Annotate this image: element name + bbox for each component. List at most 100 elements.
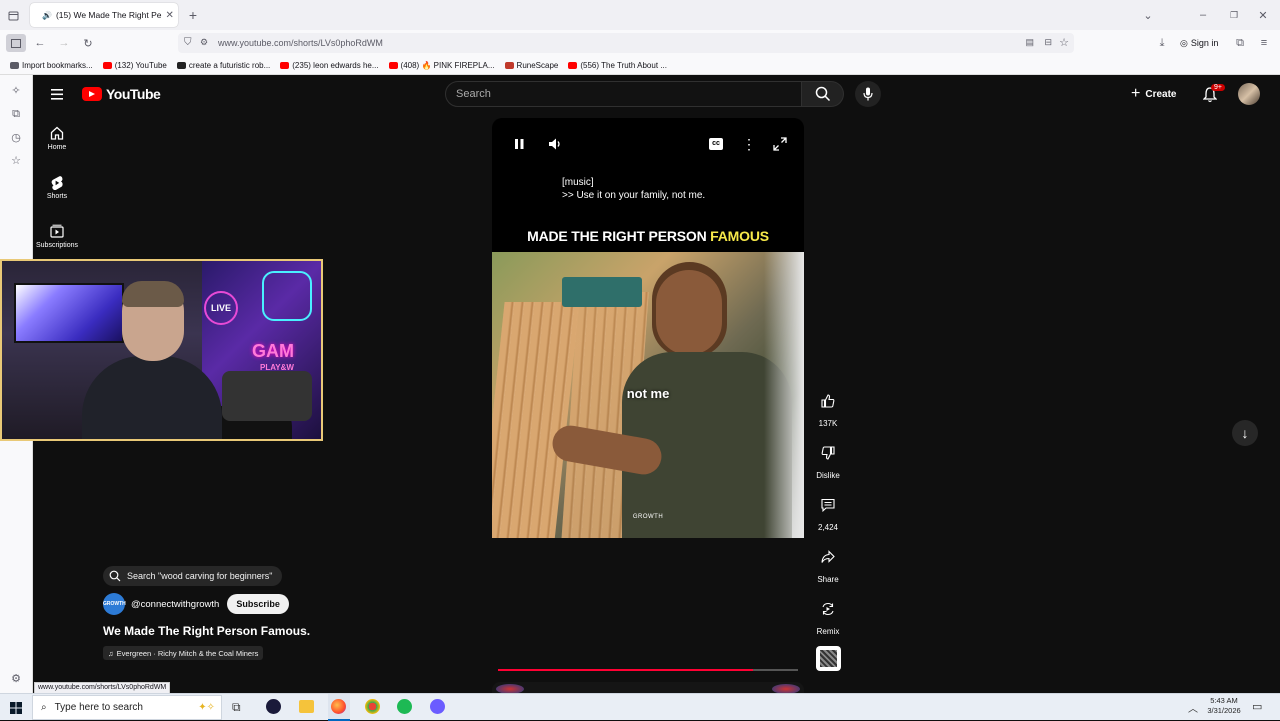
url-bar[interactable]: ⛉ ⚙ www.youtube.com/shorts/LVs0phoRdWM ▤… — [178, 33, 1074, 53]
minimize-icon[interactable]: – — [1196, 8, 1210, 22]
sidebar-item-shorts[interactable]: Shorts — [33, 175, 81, 200]
shield-icon[interactable]: ⛉ — [184, 37, 192, 48]
create-button[interactable]: + Create — [1131, 82, 1191, 106]
app-icon-2[interactable] — [430, 699, 445, 714]
bookmark-star-icon[interactable]: ☆ — [1059, 36, 1069, 49]
dislike-button[interactable]: Dislike — [808, 440, 848, 480]
microphone-icon — [863, 87, 873, 101]
sign-in-label: Sign in — [1190, 38, 1219, 48]
search-icon — [815, 86, 830, 102]
bookmark-item[interactable]: (408) 🔥 PINK FIREPLA... — [388, 61, 495, 70]
bookmark-item[interactable]: (556) The Truth About ... — [568, 61, 667, 70]
new-tab-icon[interactable]: + — [186, 7, 200, 23]
bookmark-item[interactable]: create a futuristic rob... — [176, 61, 270, 70]
search-highlight-icon: ✦✧ — [198, 702, 215, 713]
remix-button[interactable]: Remix — [808, 596, 848, 636]
app-icon-1[interactable] — [266, 699, 281, 714]
next-short-button[interactable]: ↓ — [1232, 420, 1258, 446]
subscribe-button[interactable]: Subscribe — [227, 594, 289, 614]
search-button[interactable] — [802, 81, 844, 107]
search-icon — [109, 570, 121, 582]
fullscreen-button[interactable] — [773, 137, 787, 151]
browser-tab-active[interactable]: 🔊 (15) We Made The Right Pe ✕ — [30, 3, 178, 27]
sound-thumbnail[interactable] — [816, 646, 841, 671]
bookmark-favicon-icon — [102, 61, 112, 69]
pause-button[interactable] — [512, 137, 526, 151]
video-tagline: MADE THE RIGHT PERSON FAMOUS — [492, 228, 804, 244]
voice-search-button[interactable] — [855, 81, 881, 107]
caption-line-1: [music] — [562, 177, 594, 188]
sound-chip[interactable]: ♫ Evergreen · Richy Mitch & the Coal Min… — [103, 646, 264, 660]
like-button[interactable]: 137K — [808, 388, 848, 428]
more-options-icon[interactable]: ⋮ — [742, 136, 756, 152]
list-tabs-icon[interactable]: ⌄ — [1141, 8, 1155, 22]
search-input[interactable]: Search — [445, 81, 802, 107]
sidebar-item-home[interactable]: Home — [33, 126, 81, 151]
hamburger-menu-icon[interactable] — [46, 86, 68, 102]
clock[interactable]: 5:43 AM 3/31/2026 — [1203, 696, 1245, 716]
tab-overview-icon[interactable] — [6, 8, 20, 22]
progress-bar[interactable] — [498, 669, 798, 671]
bookmarks-icon[interactable]: ☆ — [9, 153, 23, 167]
save-page-icon[interactable]: ⊟ — [1044, 37, 1052, 48]
sidebar-toggle-icon[interactable] — [6, 34, 26, 52]
comment-count: 2,424 — [817, 523, 839, 532]
restore-icon[interactable]: ❐ — [1227, 8, 1241, 22]
sign-in-button[interactable]: ◎ Sign in — [1180, 35, 1218, 51]
show-hidden-icons-icon[interactable]: ︿ — [1188, 700, 1198, 715]
notifications-button[interactable]: 9+ — [1201, 84, 1225, 104]
short-title[interactable]: We Made The Right Person Famous. — [103, 624, 310, 638]
file-explorer-icon[interactable] — [299, 700, 314, 713]
next-short-preview[interactable] — [492, 682, 804, 694]
overlay-subtitle: not me — [626, 386, 670, 401]
channel-name[interactable]: @connectwithgrowth — [131, 599, 219, 610]
menu-icon[interactable]: ≡ — [1257, 35, 1271, 51]
task-view-icon[interactable]: ⧉ — [232, 700, 241, 715]
forward-icon[interactable]: → — [56, 35, 72, 51]
search-suggestion-chip[interactable]: Search "wood carving for beginners" — [103, 566, 283, 586]
search-suggestion-text: Search "wood carving for beginners" — [127, 571, 273, 581]
comments-button[interactable]: 2,424 — [808, 492, 848, 532]
notification-center-icon[interactable]: ▭ — [1252, 700, 1262, 713]
downloads-icon[interactable]: ⤓ — [1155, 35, 1169, 51]
taskbar-search-placeholder: Type here to search — [54, 702, 143, 713]
close-window-icon[interactable]: ✕ — [1256, 8, 1270, 22]
music-note-icon: ♫ — [108, 648, 114, 658]
taskbar-search-input[interactable]: ⌕ Type here to search ✦✧ — [32, 695, 222, 720]
permissions-icon[interactable]: ⚙ — [200, 37, 208, 48]
bookmark-label: Import bookmarks... — [22, 60, 93, 70]
volume-button[interactable] — [548, 137, 564, 151]
avatar[interactable] — [1238, 83, 1260, 105]
captions-icon[interactable]: cc — [709, 138, 723, 150]
extensions-icon[interactable]: ⧉ — [1233, 35, 1247, 51]
customize-sidebar-icon[interactable]: ⚙ — [9, 671, 23, 685]
channel-avatar[interactable]: GROWTH — [103, 593, 126, 615]
reader-view-icon[interactable]: ▤ — [1025, 37, 1034, 48]
chrome-icon[interactable] — [365, 699, 380, 714]
history-icon[interactable]: ◷ — [9, 130, 23, 144]
close-tab-icon[interactable]: ✕ — [165, 10, 173, 21]
bookmark-item[interactable]: (132) YouTube — [102, 61, 167, 70]
shorts-icon — [33, 175, 81, 193]
bookmark-item[interactable]: Import bookmarks... — [10, 61, 93, 70]
youtube-logo[interactable]: YouTube — [82, 86, 161, 102]
bookmark-item[interactable]: RuneScape — [504, 61, 558, 70]
browser-tab-bar: 🔊 (15) We Made The Right Pe ✕ + ⌄ – ❐ ✕ — [0, 0, 1280, 30]
bookmark-item[interactable]: (235) leon edwards he... — [280, 61, 379, 70]
back-icon[interactable]: ← — [32, 35, 48, 51]
synced-tabs-icon[interactable]: ⧉ — [9, 107, 23, 121]
share-button[interactable]: Share — [808, 544, 848, 584]
spotify-icon[interactable] — [397, 699, 412, 714]
ai-chat-icon[interactable]: ✧ — [9, 83, 23, 97]
caption-text: [music] >> Use it on your family, not me… — [562, 176, 705, 202]
notification-badge: 9+ — [1211, 84, 1225, 91]
subscriptions-icon — [33, 224, 81, 242]
sidebar-item-label: Subscriptions — [35, 242, 79, 249]
reload-icon[interactable]: ↻ — [80, 35, 96, 51]
windows-start-icon[interactable] — [10, 701, 22, 714]
bookmark-label: (556) The Truth About ... — [580, 60, 667, 70]
sidebar-item-subscriptions[interactable]: Subscriptions — [33, 224, 81, 249]
firefox-taskbar-button[interactable] — [328, 694, 350, 721]
home-icon — [33, 126, 81, 144]
windows-taskbar: ⌕ Type here to search ✦✧ ⧉ ︿ 5:43 AM 3/3… — [0, 693, 1280, 721]
